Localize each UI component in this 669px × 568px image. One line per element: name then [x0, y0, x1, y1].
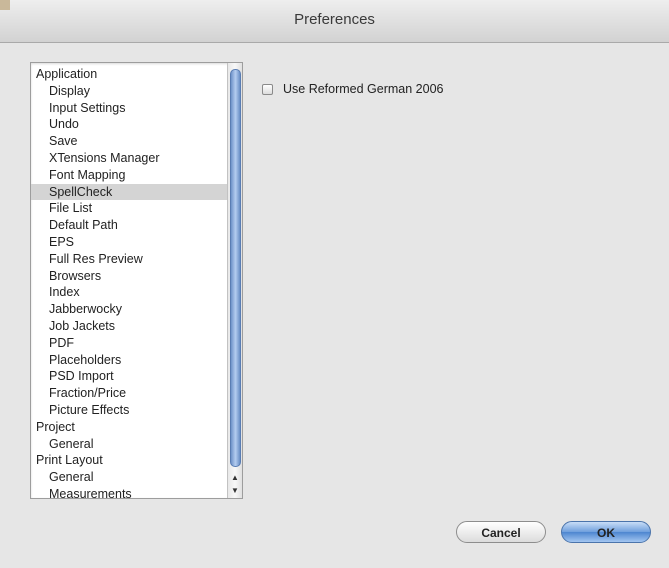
- preferences-category-list[interactable]: Application Display Input Settings Undo Save…: [30, 62, 243, 499]
- category-item-eps[interactable]: EPS: [31, 234, 227, 251]
- category-item-psd-import[interactable]: PSD Import: [31, 368, 227, 385]
- list-scrollbar[interactable]: ▲ ▼: [227, 63, 242, 498]
- category-item-undo[interactable]: Undo: [31, 116, 227, 133]
- category-item-jabberwocky[interactable]: Jabberwocky: [31, 301, 227, 318]
- category-item-pdf[interactable]: PDF: [31, 335, 227, 352]
- category-item-placeholders[interactable]: Placeholders: [31, 352, 227, 369]
- category-item-browsers[interactable]: Browsers: [31, 268, 227, 285]
- category-item-application[interactable]: Application: [31, 66, 227, 83]
- window-title: Preferences: [294, 11, 375, 28]
- category-item-picture-effects[interactable]: Picture Effects: [31, 402, 227, 419]
- reformed-german-label: Use Reformed German 2006: [283, 82, 444, 96]
- category-item-input-settings[interactable]: Input Settings: [31, 100, 227, 117]
- category-item-measurements[interactable]: Measurements: [31, 486, 227, 498]
- preferences-window: Preferences Application Display Input Sett…: [0, 0, 669, 568]
- scroll-thumb[interactable]: [230, 69, 241, 467]
- category-item-default-path[interactable]: Default Path: [31, 217, 227, 234]
- cancel-button[interactable]: Cancel: [456, 521, 546, 543]
- category-item-font-mapping[interactable]: Font Mapping: [31, 167, 227, 184]
- category-item-general[interactable]: General: [31, 469, 227, 486]
- category-item-general[interactable]: General: [31, 436, 227, 453]
- reformed-german-option[interactable]: Use Reformed German 2006: [262, 80, 444, 98]
- category-item-display[interactable]: Display: [31, 83, 227, 100]
- scroll-up-arrow-icon[interactable]: ▲: [228, 471, 242, 484]
- scroll-down-arrow-icon[interactable]: ▼: [228, 484, 242, 497]
- category-item-save[interactable]: Save: [31, 133, 227, 150]
- reformed-german-checkbox[interactable]: [262, 83, 273, 95]
- title-bar[interactable]: Preferences: [0, 0, 669, 43]
- category-item-project[interactable]: Project: [31, 419, 227, 436]
- category-item-full-res-preview[interactable]: Full Res Preview: [31, 251, 227, 268]
- category-item-job-jackets[interactable]: Job Jackets: [31, 318, 227, 335]
- ok-button[interactable]: OK: [561, 521, 651, 543]
- category-item-index[interactable]: Index: [31, 284, 227, 301]
- category-items: Application Display Input Settings Undo Save…: [31, 66, 227, 498]
- category-item-print-layout[interactable]: Print Layout: [31, 452, 227, 469]
- window-corner: [0, 0, 10, 10]
- category-item-fraction-price[interactable]: Fraction/Price: [31, 385, 227, 402]
- category-item-xtensions-manager[interactable]: XTensions Manager: [31, 150, 227, 167]
- category-item-file-list[interactable]: File List: [31, 200, 227, 217]
- category-item-spellcheck[interactable]: SpellCheck: [31, 183, 227, 201]
